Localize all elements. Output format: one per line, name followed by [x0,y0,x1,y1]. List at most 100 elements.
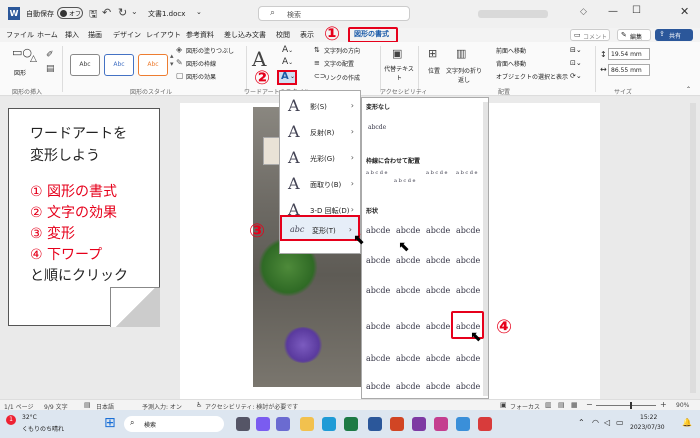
text-effects-button[interactable]: A ⌄ [277,70,297,85]
comment-button[interactable]: ▭ コメント [570,29,610,41]
tab-file[interactable]: ファイル [6,30,34,40]
shape-outline-button[interactable]: 図形の枠線 [186,59,216,68]
volume-icon[interactable]: ◁ [604,418,610,427]
paint-icon[interactable] [434,417,448,431]
notification-icon[interactable]: 🔔 [682,418,692,427]
chat-icon[interactable] [256,417,270,431]
text-fill-icon[interactable]: A⌄ [282,45,293,55]
save-icon[interactable]: 🖫 [89,7,98,24]
style-gallery-more-icon[interactable]: ▴ ▾ [170,52,174,68]
align-icon[interactable]: ⊟⌄ [570,46,582,54]
powerpoint-icon[interactable] [390,417,404,431]
warp-inflate[interactable]: abcde [396,226,420,235]
warp-arch-up[interactable]: abcde [366,286,390,295]
tab-layout[interactable]: レイアウト [146,30,181,40]
photos-icon[interactable] [456,417,470,431]
group-icon[interactable]: ⊡⌄ [570,59,582,67]
doc-name-chevron-icon[interactable]: ⌄ [196,8,202,16]
edge-icon[interactable] [322,417,336,431]
warp-triangle-down[interactable]: abcde [456,226,480,235]
menu-item-transform[interactable]: abc 変形(T) › [280,215,360,241]
menu-item-bevel[interactable]: A 面取り(B) › [280,171,360,197]
no-transform-sample[interactable]: abcde [368,124,386,131]
tab-references[interactable]: 参考資料 [186,30,214,40]
warp-fade-right[interactable]: abcde [366,382,390,391]
file-explorer-icon[interactable] [300,417,314,431]
autosave-toggle[interactable]: オフ [57,7,83,19]
warp-arch-down[interactable]: abcde [396,286,420,295]
share-button[interactable]: ⇪ 共有 [655,29,693,41]
maximize-icon[interactable]: ☐ [632,5,641,16]
follow-path-arch-up[interactable]: a b c d e [366,170,388,176]
style-sample-2[interactable]: Abc [104,54,134,76]
tab-home[interactable]: ホーム [37,30,58,40]
qat-dropdown-icon[interactable]: ⌄ [131,7,138,16]
warp-inflate-top[interactable]: abcde [366,322,390,331]
zoom-out-icon[interactable]: − [586,400,593,409]
warp-fade-up[interactable]: abcde [426,382,450,391]
warp-fade-down[interactable]: abcde [456,382,480,391]
bring-forward-button[interactable]: 前面へ移動 [496,46,526,55]
warp-circle[interactable]: abcde [426,286,450,295]
minimize-icon[interactable]: — [608,6,618,17]
shapes-gallery[interactable]: ▭○ △ [10,46,44,66]
camera-icon[interactable] [276,417,290,431]
close-icon[interactable]: ✕ [680,5,689,18]
shape-effect-button[interactable]: 図形の効果 [186,72,216,81]
read-mode-icon[interactable]: ▥ [545,401,552,409]
menu-item-reflection[interactable]: A 反射(R) › [280,119,360,145]
focus-icon[interactable]: ▣ [500,401,507,409]
warp-deflate[interactable]: abcde [396,322,420,331]
wrap-text-icon[interactable]: ▥ [456,47,466,60]
weather-temp[interactable]: 32°C [22,414,37,421]
create-link-button[interactable]: リンクの作成 [324,73,360,82]
zoom-in-icon[interactable]: + [660,400,667,409]
warp-square[interactable]: abcde [366,226,390,235]
warp-ring-outside[interactable]: abcde [456,256,480,265]
warp-triangle-up[interactable]: abcde [426,226,450,235]
warp-chevron-up[interactable]: abcde [366,256,390,265]
text-direction-button[interactable]: 文字列の方向 [324,46,360,55]
send-backward-button[interactable]: 背面へ移動 [496,59,526,68]
warp-button[interactable]: abcde [456,286,480,295]
rotate-icon[interactable]: ⟳⌄ [570,72,582,80]
diamond-icon[interactable]: ◇ [580,7,587,17]
search-box[interactable]: ⌕ 検索 [258,6,410,21]
proofing-icon[interactable]: ▤ [84,401,91,409]
position-button[interactable]: 位置 [428,66,440,75]
battery-icon[interactable]: ▭ [616,418,624,427]
warp-double-wave[interactable]: abcde [426,354,450,363]
wifi-icon[interactable]: ◠ [592,418,599,427]
web-layout-icon[interactable]: ▦ [571,401,578,409]
tab-mailings[interactable]: 差し込み文書 [224,30,266,40]
tray-chevron-icon[interactable]: ⌃ [578,418,585,427]
tab-design[interactable]: デザイン [113,30,141,40]
warp-ring-inside[interactable]: abcde [426,256,450,265]
undo-icon[interactable]: ↶ [102,6,111,19]
text-align-button[interactable]: 文字の配置 [324,59,354,68]
edit-button[interactable]: ✎ 編集 [617,29,651,41]
width-field[interactable]: 86.55 mm [608,64,650,76]
shape-fill-button[interactable]: 図形の塗りつぶし [186,46,234,55]
account-name-blurred[interactable] [478,10,548,18]
onenote-icon[interactable] [412,417,426,431]
follow-path-circle[interactable]: a b c d e [426,170,448,176]
alt-text-button[interactable]: 代替テキスト [384,64,414,82]
tab-insert[interactable]: 挿入 [65,30,79,40]
clock-time[interactable]: 15:22 [640,414,657,421]
textbox-icon[interactable]: ▤ [46,64,55,74]
tab-view[interactable]: 表示 [300,30,314,40]
selection-pane-button[interactable]: オブジェクトの選択と表示 [496,72,568,81]
menu-item-glow[interactable]: A 光彩(G) › [280,145,360,171]
weather-icon[interactable]: 1 [6,415,16,425]
warp-wave-2[interactable]: abcde [396,354,420,363]
gallery-scrollbar[interactable] [483,102,488,396]
word-icon[interactable] [368,417,382,431]
excel-icon[interactable] [344,417,358,431]
height-field[interactable]: 19.54 mm [608,48,650,60]
follow-path-button[interactable]: a b c d e [456,170,478,176]
collapse-ribbon-icon[interactable]: ⌃ [686,86,691,93]
zoom-level[interactable]: 90% [676,402,689,409]
text-outline-icon[interactable]: A⌄ [282,57,293,67]
warp-chevron-down[interactable]: abcde [396,256,420,265]
